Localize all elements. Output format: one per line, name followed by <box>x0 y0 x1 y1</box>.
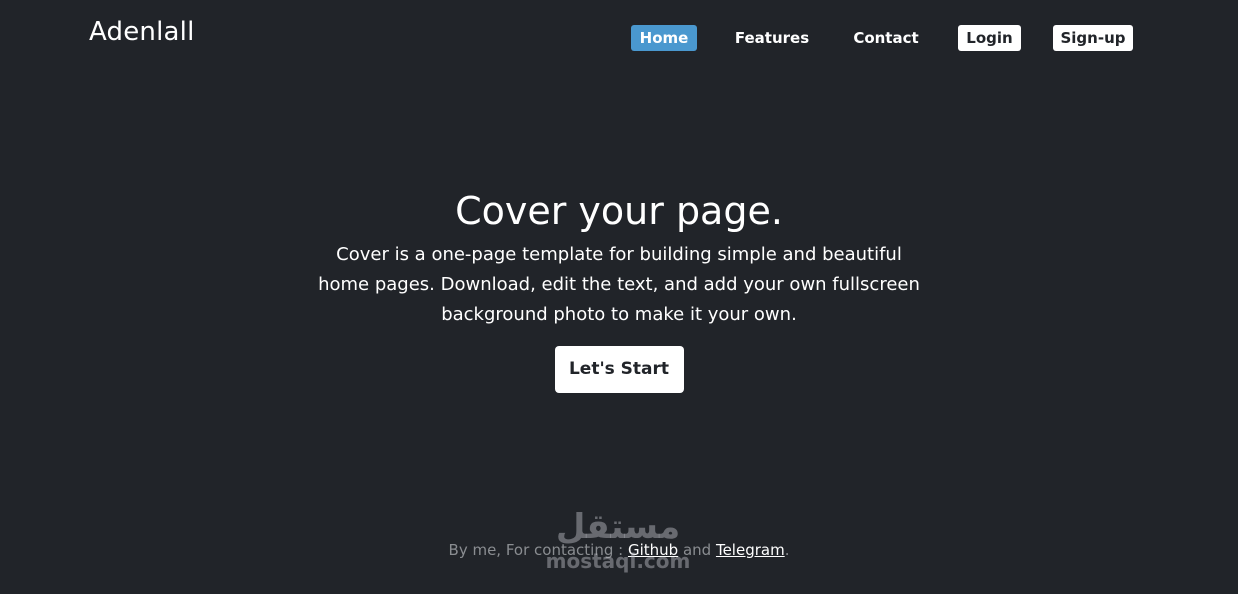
login-button[interactable]: Login <box>958 25 1021 51</box>
footer: By me, For contacting : Github and Teleg… <box>0 540 1238 560</box>
nav-features-link[interactable]: Features <box>733 25 811 51</box>
github-link[interactable]: Github <box>628 541 678 559</box>
hero-section: Cover your page. Cover is a one-page tem… <box>0 186 1238 393</box>
main-nav: Home Features Contact Login Sign-up <box>0 25 1238 51</box>
hero-description: Cover is a one-page template for buildin… <box>318 244 920 325</box>
lets-start-button[interactable]: Let's Start <box>554 346 684 393</box>
telegram-link[interactable]: Telegram <box>716 541 785 559</box>
footer-suffix: . <box>784 541 790 559</box>
signup-button[interactable]: Sign-up <box>1053 25 1133 51</box>
footer-text: By me, For contacting : <box>448 541 628 559</box>
hero-title: Cover your page. <box>455 189 783 233</box>
nav-contact-link[interactable]: Contact <box>851 25 921 51</box>
footer-and-text: and <box>678 541 716 559</box>
nav-home-link[interactable]: Home <box>631 25 697 51</box>
